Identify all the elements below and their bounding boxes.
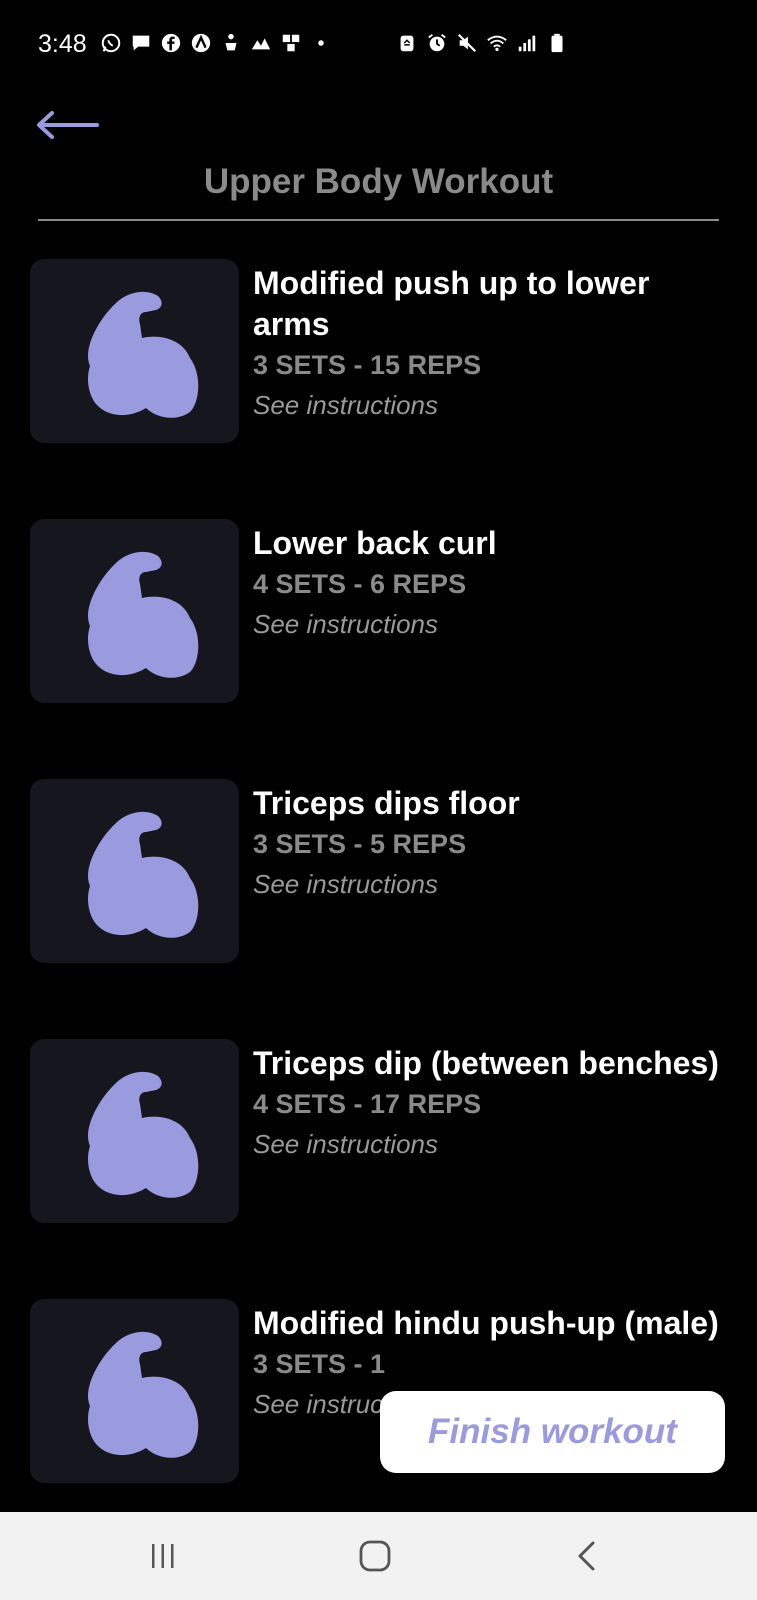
flexed-bicep-icon bbox=[87, 811, 198, 938]
see-instructions-link[interactable]: See instructions bbox=[253, 385, 723, 425]
hills-icon bbox=[250, 32, 272, 54]
wifi-icon bbox=[486, 32, 508, 54]
exercise-info: Triceps dips floor 3 SETS - 5 REPS See i… bbox=[253, 783, 723, 904]
exercise-item[interactable]: Triceps dips floor 3 SETS - 5 REPS See i… bbox=[30, 779, 730, 963]
exercise-name: Triceps dips floor bbox=[253, 785, 520, 821]
title-divider bbox=[38, 219, 719, 221]
exercise-sets-reps: 3 SETS - 5 REPS bbox=[253, 829, 467, 859]
exercise-sets-reps: 3 SETS - 15 REPS bbox=[253, 350, 482, 380]
exercise-thumbnail bbox=[30, 519, 239, 703]
flexed-bicep-icon bbox=[87, 291, 198, 418]
arc-app-icon bbox=[190, 32, 212, 54]
exercise-thumbnail bbox=[30, 779, 239, 963]
flexed-bicep-icon bbox=[87, 551, 198, 678]
exercise-sets-reps: 4 SETS - 17 REPS bbox=[253, 1089, 482, 1119]
battery-saver-icon bbox=[396, 32, 418, 54]
facebook-icon bbox=[160, 32, 182, 54]
workout-screen: 3:48 Upper Body Workout Modified push up… bbox=[0, 0, 757, 1600]
battery-icon bbox=[546, 32, 568, 54]
exercise-item[interactable]: Lower back curl 4 SETS - 6 REPS See inst… bbox=[30, 519, 730, 703]
page-title: Upper Body Workout bbox=[203, 162, 554, 201]
system-nav-bar bbox=[0, 1512, 757, 1600]
exercise-info: Lower back curl 4 SETS - 6 REPS See inst… bbox=[253, 523, 723, 644]
exercise-name: Modified push up to lower arms bbox=[253, 265, 650, 342]
finish-workout-button[interactable]: Finish workout bbox=[380, 1391, 725, 1473]
back-button[interactable] bbox=[34, 100, 104, 150]
exercise-thumbnail bbox=[30, 1299, 239, 1483]
whatsapp-icon bbox=[100, 32, 122, 54]
signal-icon bbox=[516, 32, 538, 54]
see-instructions-link[interactable]: See instructions bbox=[253, 1124, 723, 1164]
system-icons bbox=[396, 32, 568, 54]
status-bar: 3:48 bbox=[0, 0, 757, 90]
mute-icon bbox=[456, 32, 478, 54]
dot-icon bbox=[310, 32, 332, 54]
home-button[interactable] bbox=[345, 1530, 405, 1582]
flexed-bicep-icon bbox=[87, 1331, 198, 1458]
arrow-left-icon bbox=[37, 111, 99, 139]
exercise-name: Triceps dip (between benches) bbox=[253, 1045, 719, 1081]
nav-back-button[interactable] bbox=[557, 1530, 617, 1582]
see-instructions-link[interactable]: See instructions bbox=[253, 864, 723, 904]
exercise-thumbnail bbox=[30, 259, 239, 443]
recents-button[interactable] bbox=[133, 1530, 193, 1582]
flexed-bicep-icon bbox=[87, 1071, 198, 1198]
recents-icon bbox=[152, 1544, 174, 1568]
exercise-name: Modified hindu push-up (male) bbox=[253, 1305, 719, 1341]
status-time: 3:48 bbox=[38, 30, 87, 58]
exercise-sets-reps: 4 SETS - 6 REPS bbox=[253, 569, 467, 599]
exercise-info: Modified push up to lower arms 3 SETS - … bbox=[253, 263, 723, 425]
pinwheel-icon bbox=[280, 32, 302, 54]
person-cart-icon bbox=[220, 32, 242, 54]
chevron-left-icon bbox=[578, 1541, 595, 1571]
exercise-sets-reps: 3 SETS - 1 bbox=[253, 1349, 386, 1379]
chat-bubble-icon bbox=[130, 32, 152, 54]
alarm-icon bbox=[426, 32, 448, 54]
exercise-info: Triceps dip (between benches) 4 SETS - 1… bbox=[253, 1043, 723, 1164]
exercise-item[interactable]: Triceps dip (between benches) 4 SETS - 1… bbox=[30, 1039, 730, 1223]
home-icon bbox=[359, 1540, 391, 1572]
see-instructions-link[interactable]: See instructions bbox=[253, 604, 723, 644]
exercise-thumbnail bbox=[30, 1039, 239, 1223]
exercise-name: Lower back curl bbox=[253, 525, 497, 561]
notification-icons bbox=[100, 32, 332, 54]
exercise-item[interactable]: Modified push up to lower arms 3 SETS - … bbox=[30, 259, 730, 443]
